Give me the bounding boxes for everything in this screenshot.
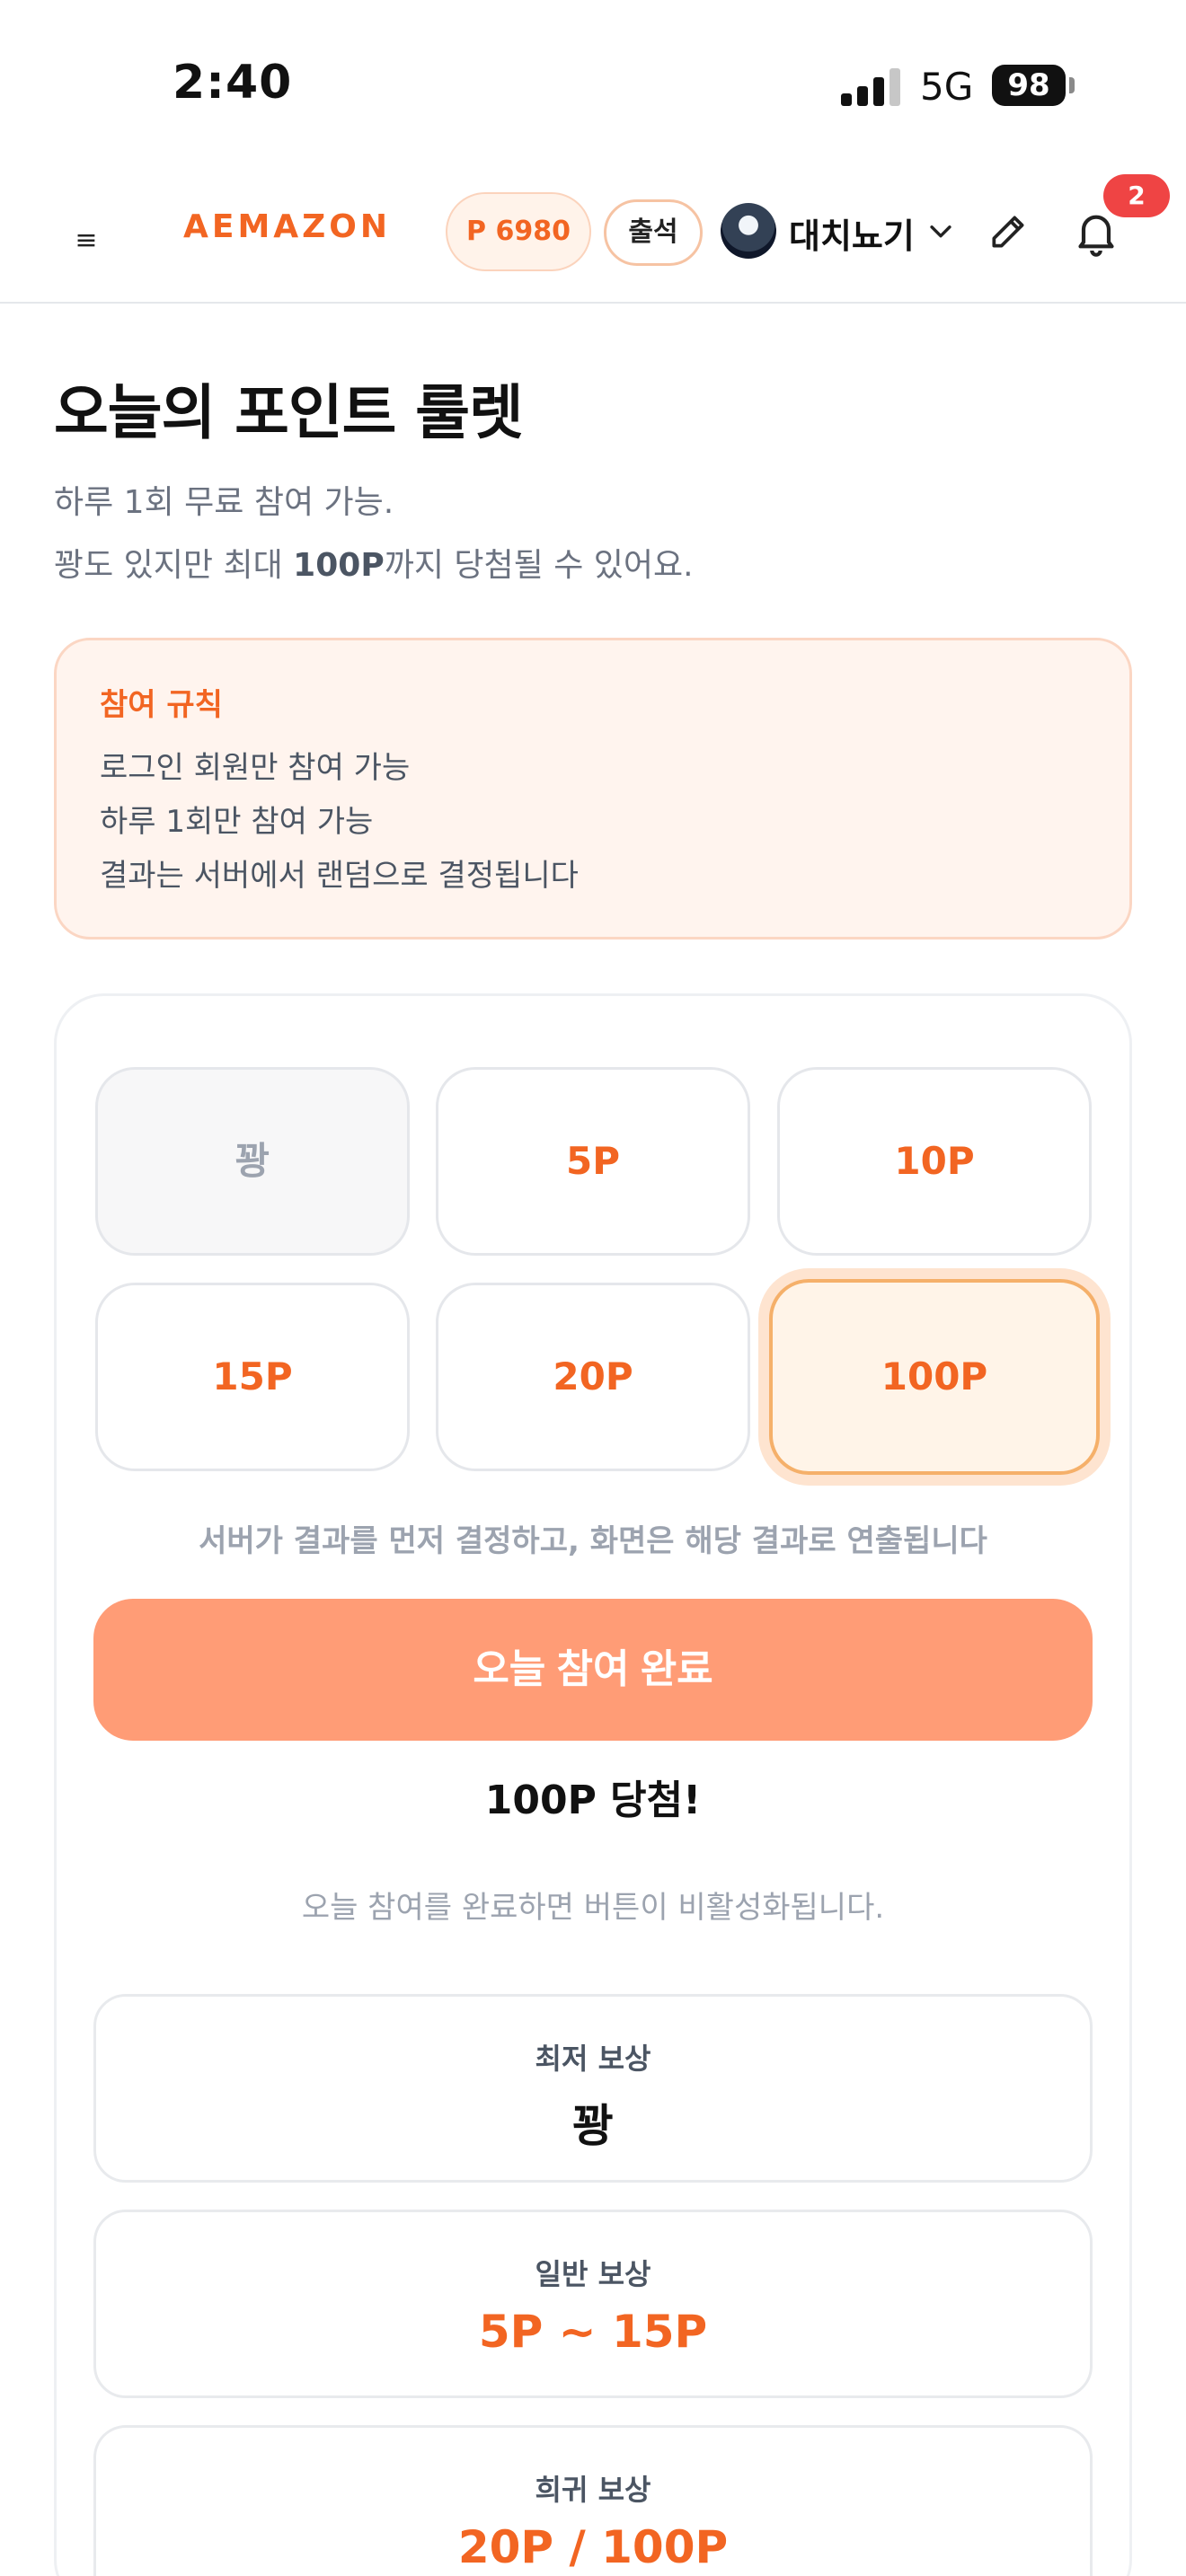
page-title: 오늘의 포인트 룰렛	[54, 378, 524, 447]
reward-value: 꽝	[572, 2100, 614, 2152]
app-header: ≡ AEMAZON P 6980 출석 대치뇨기 2	[0, 162, 1186, 304]
helper-text: 오늘 참여를 완료하면 버튼이 비활성화됩니다.	[301, 1890, 885, 1926]
roulette-tile-5p: 5P	[436, 1067, 750, 1256]
battery-nub	[1069, 77, 1075, 93]
reward-label: 희귀 보상	[535, 2473, 651, 2507]
chevron-down-icon[interactable]	[925, 216, 956, 246]
participate-done-button[interactable]: 오늘 참여 완료	[93, 1599, 1093, 1741]
network-label: 5G	[920, 65, 974, 109]
avatar[interactable]	[721, 203, 776, 259]
rules-box: 참여 규칙 로그인 회원만 참여 가능 하루 1회만 참여 가능 결과는 서버에…	[54, 638, 1132, 940]
rule-item: 결과는 서버에서 랜덤으로 결정됩니다	[100, 858, 579, 894]
reward-label: 최저 보상	[535, 2042, 651, 2076]
desc-suffix: 까지 당첨될 수 있어요.	[384, 547, 694, 584]
reward-value: 5P ~ 15P	[478, 2306, 708, 2358]
brand-logo[interactable]: AEMAZON	[183, 208, 391, 245]
page-description-line2: 꽝도 있지만 최대 100P까지 당첨될 수 있어요.	[54, 539, 694, 586]
reward-card-rare: 희귀 보상 20P / 100P	[93, 2425, 1093, 2576]
reward-card-normal: 일반 보상 5P ~ 15P	[93, 2210, 1093, 2398]
desc-prefix: 꽝도 있지만 최대	[54, 547, 294, 584]
page-description-line1: 하루 1회 무료 참여 가능.	[54, 484, 394, 521]
signal-icon	[841, 66, 902, 106]
battery-icon: 98	[992, 65, 1066, 106]
reward-value: 20P / 100P	[457, 2521, 729, 2573]
result-text: 100P 당첨!	[484, 1778, 702, 1823]
app-screen: 2:40 5G 98 ≡ AEMAZON P 6980 출석 대치뇨기 2 오늘…	[0, 0, 1186, 2576]
desc-bold: 100P	[293, 547, 385, 584]
points-badge[interactable]: P 6980	[446, 192, 591, 271]
rule-item: 로그인 회원만 참여 가능	[100, 750, 411, 786]
reward-label: 일반 보상	[535, 2257, 651, 2291]
username-label[interactable]: 대치뇨기	[789, 208, 915, 258]
rule-item: 하루 1회만 참여 가능	[100, 804, 374, 840]
status-time: 2:40	[173, 56, 293, 110]
attendance-button[interactable]: 출석	[604, 199, 703, 266]
roulette-note: 서버가 결과를 먼저 결정하고, 화면은 해당 결과로 연출됩니다	[199, 1523, 987, 1559]
status-bar: 2:40 5G 98	[0, 0, 1186, 162]
notification-count-badge: 2	[1103, 174, 1170, 217]
roulette-tile-20p: 20P	[436, 1283, 750, 1471]
edit-pencil-icon[interactable]	[987, 208, 1031, 253]
roulette-tile-15p: 15P	[95, 1283, 410, 1471]
roulette-tile-100p-selected: 100P	[769, 1279, 1100, 1475]
hamburger-menu-icon[interactable]: ≡	[66, 223, 106, 259]
roulette-tile-miss: 꽝	[95, 1067, 410, 1256]
reward-card-lowest: 최저 보상 꽝	[93, 1994, 1093, 2183]
roulette-tile-10p: 10P	[777, 1067, 1092, 1256]
rules-title: 참여 규칙	[100, 687, 223, 723]
